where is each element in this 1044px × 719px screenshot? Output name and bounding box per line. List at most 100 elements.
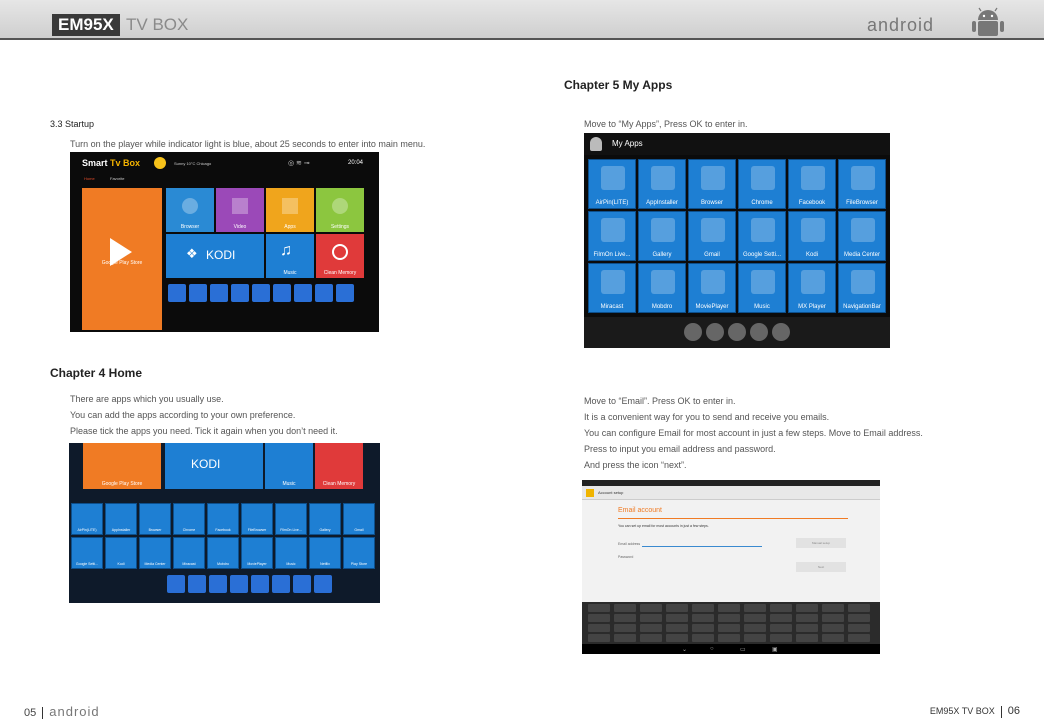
dock-item[interactable] xyxy=(230,575,248,593)
dock-item[interactable] xyxy=(706,323,724,341)
tile-settings[interactable]: Settings xyxy=(316,188,364,232)
keyboard-key[interactable] xyxy=(822,604,844,612)
app-tile[interactable]: NavigationBar xyxy=(838,263,886,313)
tile-kodi[interactable]: ❖ KODI xyxy=(166,234,264,278)
app-tile[interactable]: Music xyxy=(275,537,307,569)
app-tile[interactable]: Chrome xyxy=(738,159,786,209)
app-tile[interactable]: Google Setti... xyxy=(738,211,786,261)
tile-music[interactable]: Music xyxy=(265,443,313,489)
dock-item[interactable] xyxy=(189,284,207,302)
keyboard-key[interactable] xyxy=(796,604,818,612)
dock-item[interactable] xyxy=(315,284,333,302)
app-tile[interactable]: Miracast xyxy=(588,263,636,313)
app-tile[interactable]: Play Store xyxy=(343,537,375,569)
keyboard-key[interactable] xyxy=(640,604,662,612)
tile-clean-memory[interactable]: Clean Memory xyxy=(315,443,363,489)
keyboard-key[interactable] xyxy=(848,604,870,612)
email-field[interactable] xyxy=(642,546,762,547)
app-tile[interactable]: Facebook xyxy=(788,159,836,209)
tile-google-play[interactable]: Google Play Store xyxy=(82,188,162,330)
app-tile[interactable]: Kodi xyxy=(105,537,137,569)
dock-item[interactable] xyxy=(728,323,746,341)
app-tile[interactable]: Netflix xyxy=(309,537,341,569)
app-tile[interactable]: Gmail xyxy=(688,211,736,261)
dock-item[interactable] xyxy=(336,284,354,302)
keyboard-key[interactable] xyxy=(718,634,740,642)
manual-setup-button[interactable]: Manual setup xyxy=(796,538,846,548)
keyboard-key[interactable] xyxy=(692,634,714,642)
app-tile[interactable]: AppInstaller xyxy=(105,503,137,535)
keyboard-key[interactable] xyxy=(666,604,688,612)
app-tile[interactable]: Miracast xyxy=(173,537,205,569)
keyboard-key[interactable] xyxy=(640,624,662,632)
keyboard-key[interactable] xyxy=(744,624,766,632)
app-tile[interactable]: Facebook xyxy=(207,503,239,535)
keyboard-key[interactable] xyxy=(614,604,636,612)
app-tile[interactable]: AppInstaller xyxy=(638,159,686,209)
keyboard-key[interactable] xyxy=(588,614,610,622)
keyboard-key[interactable] xyxy=(640,634,662,642)
screenshot-icon[interactable]: ▣ xyxy=(772,646,778,653)
dock-item[interactable] xyxy=(252,284,270,302)
app-tile[interactable]: FileBrowser xyxy=(241,503,273,535)
keyboard-key[interactable] xyxy=(640,614,662,622)
keyboard-key[interactable] xyxy=(770,634,792,642)
app-tile[interactable]: Kodi xyxy=(788,211,836,261)
dock-item[interactable] xyxy=(167,575,185,593)
app-tile[interactable]: Mobdro xyxy=(638,263,686,313)
tile-video[interactable]: Video xyxy=(216,188,264,232)
tile-apps[interactable]: Apps xyxy=(266,188,314,232)
app-tile[interactable]: Music xyxy=(738,263,786,313)
keyboard-key[interactable] xyxy=(770,624,792,632)
app-tile[interactable]: Gallery xyxy=(638,211,686,261)
app-tile[interactable]: MoviePlayer xyxy=(688,263,736,313)
app-tile[interactable]: Chrome xyxy=(173,503,205,535)
dock-item[interactable] xyxy=(168,284,186,302)
app-tile[interactable]: Gallery xyxy=(309,503,341,535)
keyboard-key[interactable] xyxy=(666,614,688,622)
dock-item[interactable] xyxy=(188,575,206,593)
keyboard-key[interactable] xyxy=(796,634,818,642)
keyboard-key[interactable] xyxy=(822,624,844,632)
keyboard-key[interactable] xyxy=(666,634,688,642)
recents-icon[interactable]: ▭ xyxy=(740,646,746,653)
dock-item[interactable] xyxy=(210,284,228,302)
nav-favorite[interactable]: Favorite xyxy=(110,176,124,181)
keyboard-key[interactable] xyxy=(588,634,610,642)
dock-item[interactable] xyxy=(251,575,269,593)
keyboard-key[interactable] xyxy=(614,614,636,622)
keyboard-key[interactable] xyxy=(848,634,870,642)
keyboard-key[interactable] xyxy=(614,634,636,642)
dock-item[interactable] xyxy=(293,575,311,593)
keyboard-key[interactable] xyxy=(848,614,870,622)
keyboard-key[interactable] xyxy=(614,624,636,632)
next-button[interactable]: Next xyxy=(796,562,846,572)
keyboard-key[interactable] xyxy=(718,614,740,622)
app-tile[interactable]: Google Setti... xyxy=(71,537,103,569)
home-icon[interactable]: ○ xyxy=(710,646,714,652)
dock-item[interactable] xyxy=(750,323,768,341)
keyboard-key[interactable] xyxy=(718,624,740,632)
keyboard-key[interactable] xyxy=(848,624,870,632)
keyboard-key[interactable] xyxy=(822,614,844,622)
keyboard-key[interactable] xyxy=(588,604,610,612)
keyboard-key[interactable] xyxy=(666,624,688,632)
app-tile[interactable]: FileBrowser xyxy=(838,159,886,209)
keyboard-key[interactable] xyxy=(692,604,714,612)
keyboard-key[interactable] xyxy=(770,604,792,612)
tile-browser[interactable]: Browser xyxy=(166,188,214,232)
dock-item[interactable] xyxy=(273,284,291,302)
dock-item[interactable] xyxy=(294,284,312,302)
app-tile[interactable]: Browser xyxy=(688,159,736,209)
keyboard-key[interactable] xyxy=(796,614,818,622)
app-tile[interactable]: MX Player xyxy=(788,263,836,313)
app-tile[interactable]: AirPin(LITE) xyxy=(588,159,636,209)
keyboard-key[interactable] xyxy=(744,604,766,612)
keyboard-key[interactable] xyxy=(744,614,766,622)
app-tile[interactable]: Browser xyxy=(139,503,171,535)
app-tile[interactable]: Gmail xyxy=(343,503,375,535)
nav-home[interactable]: Home xyxy=(84,176,95,181)
app-tile[interactable]: MoviePlayer xyxy=(241,537,273,569)
app-tile[interactable]: Mobdro xyxy=(207,537,239,569)
tile-kodi[interactable]: KODI xyxy=(165,443,263,489)
